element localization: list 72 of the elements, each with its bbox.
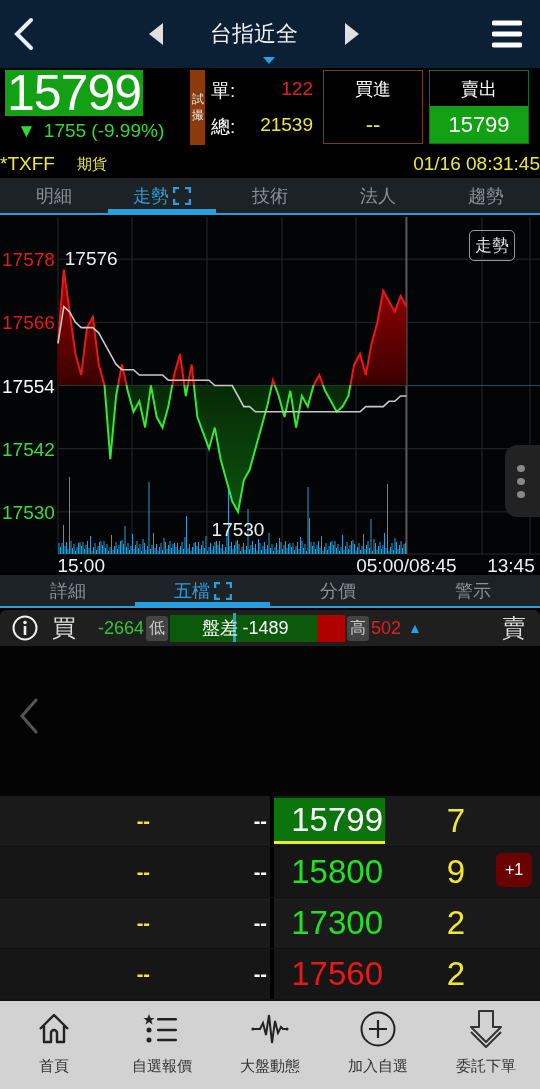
high-value: 502 (371, 617, 402, 639)
symbol-code: *TXFF (0, 153, 55, 175)
buy-label: 買 (52, 613, 76, 643)
ask-price: 15799 (291, 799, 383, 840)
axis-label: 17542 (2, 438, 55, 460)
axis-label: 17578 (2, 249, 55, 271)
tab[interactable]: 警示 (405, 575, 540, 606)
ask-price: 17300 (291, 903, 383, 943)
back-icon[interactable] (12, 17, 36, 51)
nav-item[interactable]: 自選報價 (108, 1001, 216, 1089)
tab[interactable]: 法人 (324, 178, 432, 213)
tab[interactable]: 技術 (216, 178, 324, 213)
axis-label: 05:00/08:45 (356, 555, 457, 574)
expand-icon[interactable] (173, 186, 191, 205)
last-price: 15799 (5, 70, 144, 116)
bid-quantity: -- (135, 860, 150, 884)
chart-mode-button[interactable]: 走勢 (469, 230, 515, 261)
high-label: 17576 (64, 247, 118, 269)
ask-quantity: 2 (445, 955, 465, 993)
ask-price: 17560 (291, 954, 383, 994)
single-label: 單: (211, 79, 236, 103)
market-type: 期貨 (76, 154, 107, 174)
nav-item[interactable]: 大盤動態 (216, 1001, 324, 1089)
buy-button[interactable]: 買進 -- (323, 70, 423, 144)
total-label: 總: (211, 115, 236, 139)
side-handle[interactable] (505, 445, 540, 517)
change-badge: +1 (496, 853, 533, 887)
tab[interactable]: 詳細 (0, 575, 135, 606)
nav-item[interactable]: 首頁 (0, 1001, 108, 1089)
quote-time: 01/16 08:31:45 (413, 153, 540, 175)
next-icon[interactable] (345, 23, 359, 45)
nav-item[interactable]: 加入自選 (324, 1001, 432, 1089)
trial-tag: 試撮 (190, 70, 205, 145)
nav-item[interactable]: 委託下單 (432, 1001, 540, 1089)
ask-quantity: 9 (445, 853, 465, 891)
single-volume: 122 (281, 78, 313, 101)
bid-price: -- (252, 809, 267, 833)
axis-label: 17566 (2, 312, 55, 334)
dropdown-icon[interactable] (263, 57, 275, 64)
info-icon[interactable] (12, 615, 38, 641)
sell-label: 賣 (502, 613, 526, 643)
up-arrow: ▲ (408, 620, 422, 636)
tab[interactable]: 明細 (0, 178, 108, 213)
down-arrow: ▼ (17, 120, 36, 142)
tab[interactable]: 走勢 (108, 178, 216, 213)
previous-icon[interactable] (149, 23, 163, 45)
menu-icon[interactable] (492, 20, 522, 48)
bid-price: -- (252, 962, 267, 986)
axis-label: 17530 (2, 501, 55, 523)
tab[interactable]: 五檔 (135, 575, 270, 606)
axis-label: 13:45 (487, 555, 535, 574)
ask-quantity: 2 (445, 904, 465, 942)
axis-label: 15:00 (57, 555, 105, 574)
low-tag: 低 (146, 615, 169, 641)
bid-price: -- (252, 860, 267, 884)
total-volume: 21539 (260, 114, 313, 137)
expand-icon[interactable] (213, 581, 232, 600)
low-value: -2664 (98, 617, 145, 639)
bid-quantity: -- (135, 809, 150, 833)
sell-button[interactable]: 賣出 15799 (429, 70, 529, 144)
axis-label: 17554 (2, 375, 55, 397)
tab[interactable]: 分價 (270, 575, 405, 606)
high-tag: 高 (347, 615, 370, 641)
bid-price: -- (252, 911, 267, 935)
bid-quantity: -- (135, 962, 150, 986)
plus-circle-icon (358, 1009, 398, 1049)
tab[interactable]: 趨勢 (432, 178, 540, 213)
bid-quantity: -- (135, 911, 150, 935)
page-title[interactable]: 台指近全 (163, 19, 345, 49)
price-change: 1755 (-9.99%) (43, 120, 165, 142)
ask-quantity: 7 (445, 802, 465, 840)
ask-price: 15800 (291, 852, 383, 892)
